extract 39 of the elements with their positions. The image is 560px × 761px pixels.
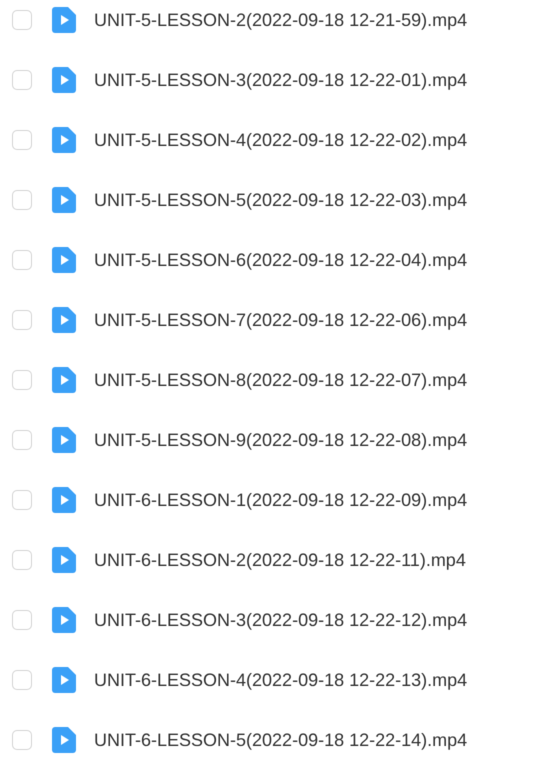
checkbox[interactable] <box>12 250 32 270</box>
file-name[interactable]: UNIT-6-LESSON-1(2022-09-18 12-22-09).mp4 <box>94 490 468 510</box>
file-name[interactable]: UNIT-5-LESSON-7(2022-09-18 12-22-06).mp4 <box>94 310 468 330</box>
file-name[interactable]: UNIT-5-LESSON-4(2022-09-18 12-22-02).mp4 <box>94 130 468 150</box>
checkbox[interactable] <box>12 10 32 30</box>
file-name[interactable]: UNIT-5-LESSON-3(2022-09-18 12-22-01).mp4 <box>94 70 468 90</box>
video-file-icon <box>52 307 76 333</box>
file-name[interactable]: UNIT-6-LESSON-5(2022-09-18 12-22-14).mp4 <box>94 730 468 750</box>
video-file-icon <box>52 247 76 273</box>
checkbox[interactable] <box>12 550 32 570</box>
checkbox[interactable] <box>12 610 32 630</box>
video-file-icon <box>52 7 76 33</box>
video-file-icon <box>52 67 76 93</box>
checkbox[interactable] <box>12 370 32 390</box>
video-file-icon <box>52 367 76 393</box>
file-name[interactable]: UNIT-5-LESSON-6(2022-09-18 12-22-04).mp4 <box>94 250 468 270</box>
checkbox[interactable] <box>12 190 32 210</box>
checkbox[interactable] <box>12 490 32 510</box>
video-file-icon <box>52 427 76 453</box>
file-name[interactable]: UNIT-6-LESSON-4(2022-09-18 12-22-13).mp4 <box>94 670 468 690</box>
file-name[interactable]: UNIT-5-LESSON-8(2022-09-18 12-22-07).mp4 <box>94 370 468 390</box>
checkbox[interactable] <box>12 430 32 450</box>
video-file-icon <box>52 667 76 693</box>
video-file-icon <box>52 607 76 633</box>
checkbox[interactable] <box>12 730 32 750</box>
checkbox[interactable] <box>12 310 32 330</box>
video-file-icon <box>52 727 76 753</box>
file-name[interactable]: UNIT-5-LESSON-2(2022-09-18 12-21-59).mp4 <box>94 10 468 30</box>
video-file-icon <box>52 547 76 573</box>
file-name[interactable]: UNIT-5-LESSON-5(2022-09-18 12-22-03).mp4 <box>94 190 468 210</box>
video-file-icon <box>52 487 76 513</box>
video-file-icon <box>52 127 76 153</box>
video-file-icon <box>52 187 76 213</box>
file-name[interactable]: UNIT-6-LESSON-2(2022-09-18 12-22-11).mp4 <box>94 550 466 570</box>
checkbox[interactable] <box>12 130 32 150</box>
checkbox[interactable] <box>12 670 32 690</box>
file-name[interactable]: UNIT-6-LESSON-3(2022-09-18 12-22-12).mp4 <box>94 610 468 630</box>
file-name[interactable]: UNIT-5-LESSON-9(2022-09-18 12-22-08).mp4 <box>94 430 468 450</box>
checkbox[interactable] <box>12 70 32 90</box>
